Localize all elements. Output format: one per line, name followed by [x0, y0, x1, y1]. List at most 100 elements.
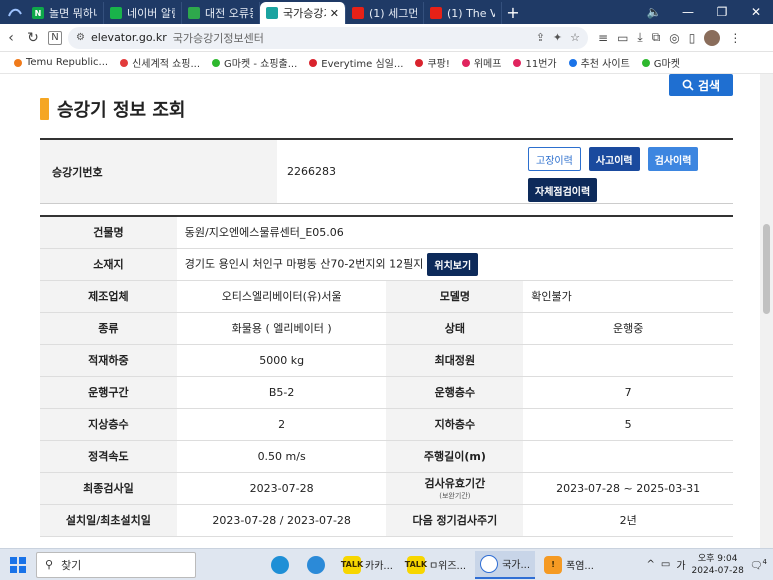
table-row: 지상층수 2 지하층수 5 — [40, 408, 733, 441]
browser-menu-icon[interactable] — [4, 1, 26, 23]
taskbar-app[interactable]: 국가... — [475, 550, 536, 579]
clock[interactable]: 오후 9:04 2024-07-28 — [692, 553, 744, 577]
url-host: elevator.go.kr — [90, 31, 167, 44]
accident-history-button[interactable]: 사고이력 — [588, 147, 640, 171]
speaker-icon[interactable]: 🔈 — [637, 5, 671, 19]
taskbar-search[interactable]: ⚲ 찾기 — [36, 551, 196, 578]
bookmark-item[interactable]: G마켓 - 쇼핑출... — [212, 55, 297, 70]
bookmark-item[interactable]: 위메프 — [461, 55, 501, 70]
table-row: 적재하중 5000 kg 최대정원 — [40, 344, 733, 377]
search-icon — [682, 79, 694, 91]
taskbar-app-label: 폭염... — [566, 561, 594, 572]
search-button-label: 검색 — [697, 78, 721, 93]
heading-accent-bar — [40, 98, 49, 120]
share-icon[interactable]: ⇪ — [536, 31, 545, 44]
extensions-icon[interactable]: ✦ — [553, 31, 562, 44]
bookmark-item[interactable]: G마켓 — [641, 55, 680, 70]
task-view-icon[interactable] — [200, 551, 262, 579]
bookmark-favicon-icon — [14, 58, 22, 67]
notification-icon[interactable]: 🗨4 — [750, 558, 767, 571]
bookmark-label: 쿠팡! — [427, 59, 450, 70]
table-row: 건물명 동원/지오엔에스물류센터_E05.06 — [40, 216, 733, 249]
tray-chevron-icon[interactable]: ^ — [646, 559, 654, 570]
bookmark-favicon-icon — [568, 58, 577, 67]
taskbar-app-icon: TALK — [405, 555, 427, 574]
page-scrollbar[interactable] — [760, 74, 773, 548]
browser-tab[interactable]: (1) The Victo — [424, 2, 502, 24]
taskbar-app-label: ㅁ위즈... — [428, 561, 467, 572]
row-label-2: 운행층수 — [386, 376, 524, 409]
row-label: 제조업체 — [40, 280, 177, 313]
tab-favicon-icon — [188, 7, 200, 19]
view-location-button[interactable]: 위치보기 — [427, 252, 479, 276]
download-icon[interactable]: ⤓ — [637, 30, 642, 45]
row-value-2 — [523, 344, 733, 377]
row-label: 지상층수 — [40, 408, 177, 441]
taskbar-app-icon — [480, 554, 499, 573]
bookmark-label: 추천 사이트 — [580, 59, 630, 70]
reading-list-icon[interactable]: ≡ — [598, 31, 608, 45]
taskbar-app[interactable]: TALK ㅁ위즈... — [402, 551, 471, 579]
inspection-history-button[interactable]: 검사이력 — [647, 147, 699, 171]
favorite-star-icon[interactable]: ☆ — [570, 31, 580, 44]
row-label-2-text: 모델명 — [439, 290, 471, 303]
bookmark-item[interactable]: 쿠팡! — [415, 55, 450, 70]
minimize-button[interactable]: — — [671, 5, 705, 19]
row-value: 2 — [176, 408, 387, 441]
browser-tab[interactable]: (1) 세그먼트 — [346, 2, 424, 24]
browser-tab[interactable]: 네이버 알림 — [104, 2, 182, 24]
fault-history-button[interactable]: 고장이력 — [528, 147, 581, 171]
row-label-2-text: 최대정원 — [434, 354, 476, 367]
bookmark-label: 11번가 — [525, 59, 557, 70]
profile-avatar[interactable] — [704, 29, 721, 46]
row-value-2: 확인불가 — [523, 280, 733, 313]
search-button[interactable]: 검색 — [669, 74, 733, 96]
back-button[interactable]: ‹ — [0, 30, 22, 46]
bookmark-item[interactable]: 신세계적 쇼핑... — [120, 55, 200, 70]
ime-indicator[interactable]: 가 — [676, 557, 685, 572]
restore-button[interactable]: ❐ — [705, 5, 739, 19]
bookmark-item[interactable]: 11번가 — [513, 55, 557, 70]
windows-logo-icon — [10, 556, 26, 573]
url-bar[interactable]: ⚙ elevator.go.kr 국가승강기정보센터 ⇪ ✦ ☆ — [68, 26, 588, 49]
camera-icon[interactable]: ◎ — [669, 31, 679, 45]
screenshot-icon[interactable]: ⧉ — [652, 30, 661, 45]
tab-favicon-icon — [110, 7, 122, 19]
self-check-history-button[interactable]: 자체점검이력 — [528, 178, 598, 202]
tab-favicon-icon — [352, 7, 364, 19]
bookmark-label: 신세계적 쇼핑... — [132, 59, 201, 70]
reload-button[interactable]: ↻ — [22, 30, 44, 46]
row-label: 소재지 — [40, 248, 177, 281]
row-label: 적재하중 — [40, 344, 177, 377]
close-tab-icon[interactable]: ✕ — [330, 7, 339, 20]
row-value-text: 경기도 용인시 처인구 마평동 산70-2번지외 12필지 — [184, 257, 424, 270]
browser-tab[interactable]: 대전 오류동 — [182, 2, 260, 24]
home-icon[interactable]: N — [48, 30, 62, 45]
collections-icon[interactable]: ▭ — [617, 31, 628, 45]
taskbar-app[interactable]: ! 폭염... — [539, 551, 599, 579]
window-controls: 🔈 — ❐ ✕ — [637, 5, 773, 19]
browser-tab[interactable]: N 놀면 뭐하니 — [26, 2, 104, 24]
bookmark-item[interactable]: 추천 사이트 — [568, 55, 630, 70]
more-menu-icon[interactable]: ⋮ — [729, 31, 741, 45]
site-info-icon[interactable]: ⚙ — [76, 32, 85, 43]
row-value: 2023-07-28 / 2023-07-28 — [176, 504, 387, 537]
elevator-number-value: 2266283 — [287, 165, 336, 178]
row-value: B5-2 — [176, 376, 387, 409]
network-icon[interactable]: ▭ — [661, 559, 670, 570]
table-row: 최종검사일 2023-07-28 검사유효기간 (보완기간) 2023-07-28 ~ … — [40, 472, 733, 505]
page-content: 검색 승강기 정보 조회 승강기번호 2266283 고장이력 사고이력 검사이… — [0, 74, 760, 548]
new-tab-button[interactable]: + — [502, 3, 524, 22]
bookmark-item[interactable]: Temu Republic... — [14, 57, 108, 68]
browser-tab[interactable]: 국가승강기 ✕ — [260, 2, 346, 24]
bookmark-item[interactable]: Everytime 심일... — [309, 55, 403, 70]
ie-icon[interactable] — [302, 551, 334, 579]
taskbar-app[interactable]: TALK 카카... — [338, 551, 398, 579]
scrollbar-thumb[interactable] — [763, 224, 770, 314]
taskbar-app-icon: TALK — [341, 555, 363, 574]
row-label-2-text: 지하층수 — [434, 418, 476, 431]
edge-icon[interactable] — [266, 551, 298, 579]
sidebar-icon[interactable]: ▯ — [689, 31, 696, 45]
close-window-button[interactable]: ✕ — [739, 5, 773, 19]
start-button[interactable] — [0, 556, 36, 573]
